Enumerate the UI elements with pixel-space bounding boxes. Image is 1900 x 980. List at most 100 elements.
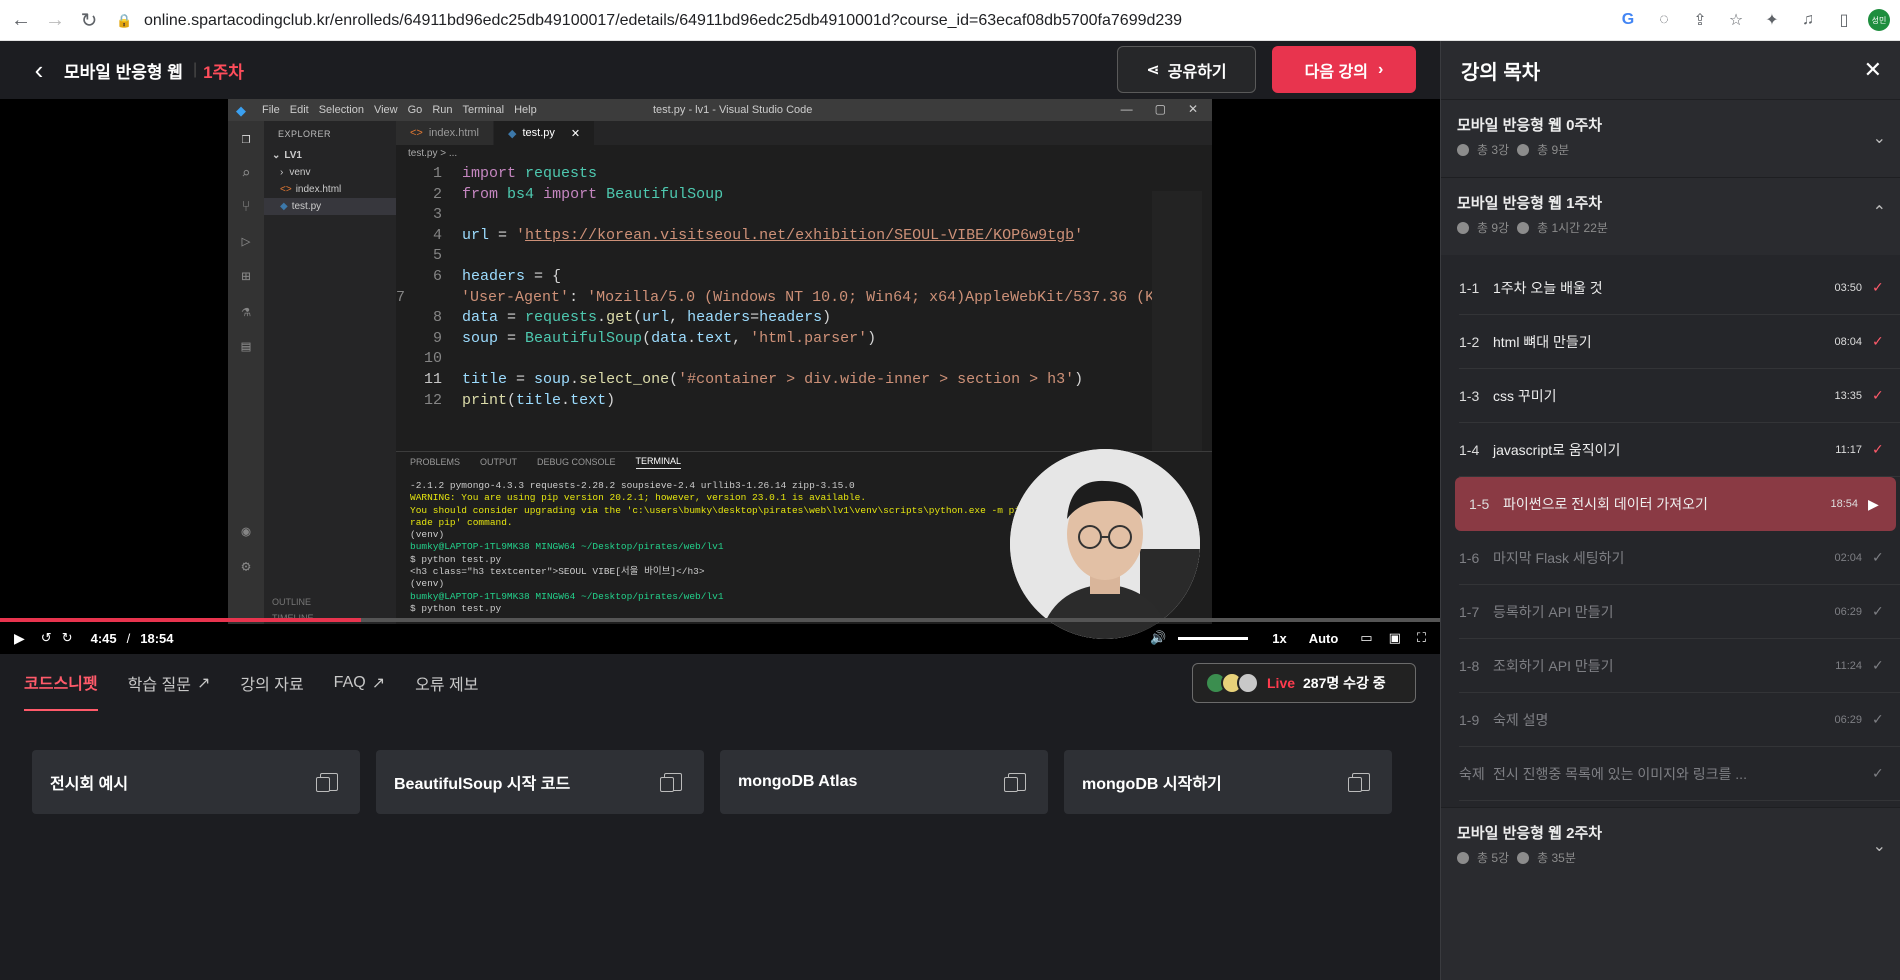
chevron-down-icon: ⌄ (1872, 130, 1886, 147)
lesson-item[interactable]: 1-6 마지막 Flask 세팅하기 02:04 ✓ (1459, 531, 1900, 585)
address-bar[interactable]: 🔒 online.spartacodingclub.kr/enrolleds/6… (110, 5, 1595, 37)
speed-button[interactable]: 1x (1272, 631, 1286, 646)
vscode-menu: File Edit Selection View Go Run Terminal Help (262, 104, 537, 116)
check-icon: ✓ (1872, 765, 1884, 781)
reload-icon[interactable]: ↻ (76, 7, 102, 33)
search-icon: ⌕ (241, 166, 251, 183)
video-controls: ▶ ↺ ↻ 4:45 / 18:54 🔊 1x Auto ▭ ▣ ⛶ (0, 622, 1440, 654)
back-chevron-icon[interactable]: ‹ (28, 55, 50, 85)
google-icon[interactable]: G (1616, 8, 1640, 32)
vscode-window-title: test.py - lv1 - Visual Studio Code (653, 104, 813, 116)
next-lecture-button[interactable]: 다음 강의 › (1272, 46, 1416, 93)
clock-icon (1517, 143, 1530, 156)
vscode-menu-item: Terminal (462, 104, 505, 116)
lesson-item[interactable]: 1-2 html 뼈대 만들기 08:04 ✓ (1459, 315, 1900, 369)
editor-breadcrumb: test.py > ... (408, 147, 458, 159)
close-icon[interactable]: ✕ (1864, 57, 1882, 83)
check-icon: ✓ (1872, 441, 1884, 457)
week-time: 총 1시간 22분 (1537, 221, 1608, 235)
media-icon[interactable]: ♫ (1796, 8, 1820, 32)
lesson-item[interactable]: 1-3 css 꾸미기 13:35 ✓ (1459, 369, 1900, 423)
lesson-item[interactable]: 1-9 숙제 설명 06:29 ✓ (1459, 693, 1900, 747)
external-link-icon: ↗ (371, 674, 386, 692)
snippet-card[interactable]: mongoDB 시작하기 (1064, 750, 1392, 814)
back-arrow-icon[interactable]: ← (8, 7, 34, 33)
lesson-number: 숙제 (1459, 765, 1485, 782)
volume-slider[interactable] (1178, 636, 1249, 640)
lesson-item[interactable]: 1-5 파이썬으로 전시회 데이터 가져오기 18:54 ▶ (1455, 477, 1896, 531)
lesson-item[interactable]: 숙제 전시 진행중 목록에 있는 이미지와 링크를 ... ✓ (1459, 747, 1900, 801)
check-icon: ✓ (1872, 603, 1884, 619)
volume-icon[interactable]: 🔊 (1150, 630, 1166, 646)
lesson-name: html 뼈대 만들기 (1493, 333, 1592, 350)
title-divider: | (192, 61, 198, 78)
live-label: Live (1267, 675, 1296, 691)
snippet-card[interactable]: BeautifulSoup 시작 코드 (376, 750, 704, 814)
playing-icon: ▶ (1868, 495, 1879, 512)
lesson-count: 총 5강 (1477, 851, 1510, 865)
lesson-number: 1-5 (1469, 496, 1490, 512)
fullscreen-icon[interactable]: ⛶ (1417, 630, 1426, 646)
check-icon: ✓ (1872, 279, 1884, 295)
rewind-10-icon[interactable]: ↺ (41, 630, 52, 646)
week-section[interactable]: 모바일 반응형 웹 1주차 총 9강 총 1시간 22분 ⌃ (1441, 177, 1900, 255)
copy-icon[interactable] (1004, 773, 1026, 792)
maximize-icon: ▢ (1154, 102, 1166, 116)
vscode-menu-item: Help (514, 104, 537, 116)
course-header: ‹ 모바일 반응형 웹 | 1주차 ⋖ 공유하기 다음 강의 › (0, 41, 1440, 99)
chevron-down-icon: ⌄ (1872, 838, 1886, 855)
vscode-menu-item: Run (432, 104, 453, 116)
star-icon[interactable]: ☆ (1724, 8, 1748, 32)
browser-toolbar: ← → ↻ 🔒 online.spartacodingclub.kr/enrol… (0, 0, 1900, 41)
share-page-icon[interactable]: ⇪ (1688, 8, 1712, 32)
tab-questions[interactable]: 학습 질문 ↗ (128, 654, 211, 711)
course-title: 모바일 반응형 웹 (64, 62, 183, 82)
copy-icon[interactable] (316, 773, 338, 792)
week-section[interactable]: 모바일 반응형 웹 0주차 총 3강 총 9분 ⌄ (1441, 99, 1900, 177)
vscode-menu-item: View (373, 104, 398, 116)
url-text: online.spartacodingclub.kr/enrolleds/649… (144, 12, 1183, 29)
panel-tab: TERMINAL (635, 456, 682, 469)
copy-icon[interactable] (660, 773, 682, 792)
snippet-card[interactable]: 전시회 예시 (32, 750, 360, 814)
lesson-item[interactable]: 1-1 1주차 오늘 배울 것 03:50 ✓ (1459, 261, 1900, 315)
week-section[interactable]: 모바일 반응형 웹 2주차 총 5강 총 35분 ⌄ (1441, 807, 1900, 885)
video-player[interactable]: ◆ File Edit Selection View Go Run Terminal Help… (0, 99, 1440, 654)
extensions-icon[interactable]: ✦ (1760, 8, 1784, 32)
eye-off-icon[interactable]: ◌ (1652, 8, 1676, 32)
duration: 18:54 (140, 630, 174, 646)
lesson-name: 마지막 Flask 세팅하기 (1493, 549, 1625, 566)
subtitles-icon[interactable]: ▭ (1360, 630, 1372, 646)
lesson-number: 1-8 (1459, 657, 1480, 674)
quality-button[interactable]: Auto (1309, 631, 1339, 646)
snippet-card[interactable]: mongoDB Atlas (720, 750, 1048, 814)
tab-report-error[interactable]: 오류 제보 (415, 654, 478, 711)
copy-icon[interactable] (1348, 773, 1370, 792)
play-circle-icon (1457, 143, 1469, 156)
tab-code-snippet[interactable]: 코드스니펫 (24, 654, 98, 711)
sidepanel-icon[interactable]: ▯ (1832, 8, 1856, 32)
tree-item: venv (289, 167, 311, 178)
profile-avatar[interactable]: 성민 (1868, 9, 1890, 31)
viewer-avatars (1205, 672, 1259, 694)
pip-icon[interactable]: ▣ (1389, 630, 1401, 646)
curriculum-sidebar: 강의 목차 ✕ 모바일 반응형 웹 0주차 총 3강 총 9분 ⌄ 모바일 반응형… (1440, 41, 1900, 980)
forward-10-icon[interactable]: ↻ (62, 630, 73, 646)
tab-faq[interactable]: FAQ ↗ (334, 654, 385, 711)
week-time: 총 35분 (1537, 851, 1576, 865)
lesson-item[interactable]: 1-7 등록하기 API 만들기 06:29 ✓ (1459, 585, 1900, 639)
play-circle-icon (1457, 851, 1469, 864)
instructor-facecam (1010, 449, 1200, 639)
extensions-icon: ⊞ (241, 269, 251, 286)
lesson-number: 1-6 (1459, 549, 1480, 566)
play-icon[interactable]: ▶ (14, 630, 25, 647)
tree-item: index.html (295, 184, 342, 195)
source-control-icon: ⑂ (241, 199, 251, 216)
lesson-item[interactable]: 1-4 javascript로 움직이기 11:17 ✓ (1459, 423, 1900, 477)
tab-materials[interactable]: 강의 자료 (240, 654, 303, 711)
forward-arrow-icon[interactable]: → (42, 7, 68, 33)
share-button[interactable]: ⋖ 공유하기 (1117, 46, 1256, 93)
lesson-name: css 꾸미기 (1493, 387, 1557, 404)
lesson-item[interactable]: 1-8 조회하기 API 만들기 11:24 ✓ (1459, 639, 1900, 693)
lesson-name: 1주차 오늘 배울 것 (1493, 279, 1603, 296)
